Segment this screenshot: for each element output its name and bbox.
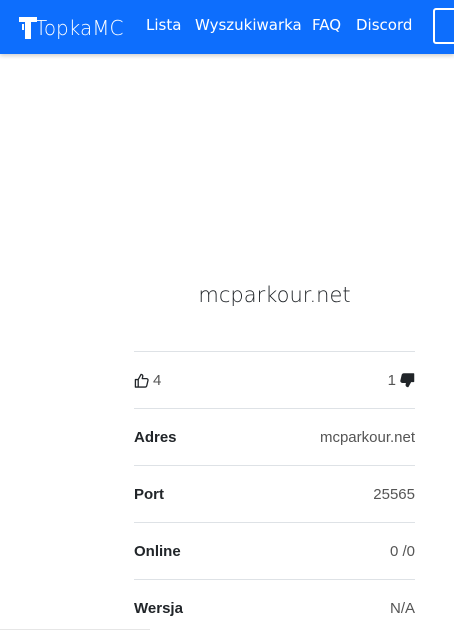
adres-value: mcparkour.net	[319, 428, 415, 446]
nav-link-discord[interactable]: Discord	[356, 15, 412, 35]
info-row-online: Online 0 /0	[134, 523, 415, 580]
info-row-wersja: Wersja N/A	[134, 580, 415, 636]
dislike-count: 1	[387, 371, 396, 389]
brand-name: TopkaMC	[35, 16, 124, 40]
bottom-divider	[0, 629, 150, 630]
server-info-table: 4 1 Adres mcparkour.net Port 25565 Onlin…	[134, 351, 415, 636]
adres-label: Adres	[134, 428, 177, 446]
thumbs-up-icon	[134, 373, 149, 388]
like-button[interactable]: 4	[134, 372, 161, 389]
port-value: 25565	[373, 485, 415, 503]
wersja-value: N/A	[389, 599, 415, 617]
dislike-button[interactable]: 1	[388, 372, 415, 389]
brand-link[interactable]: TopkaMC	[18, 13, 123, 43]
navbar-action-button[interactable]	[433, 8, 454, 44]
top-navbar: TopkaMC Lista Wyszukiwarka FAQ Discord	[0, 0, 454, 54]
nav-link-lista[interactable]: Lista	[146, 15, 181, 35]
wersja-label: Wersja	[134, 599, 183, 617]
thumbs-down-icon	[400, 372, 415, 387]
nav-link-faq[interactable]: FAQ	[312, 15, 341, 35]
nav-link-wyszukiwarka[interactable]: Wyszukiwarka	[195, 15, 302, 35]
port-label: Port	[134, 485, 164, 503]
info-row-port: Port 25565	[134, 466, 415, 523]
like-count: 4	[153, 371, 162, 389]
online-label: Online	[134, 542, 181, 560]
info-row-adres: Adres mcparkour.net	[134, 409, 415, 466]
online-value: 0 /0	[389, 542, 415, 560]
server-title: mcparkour.net	[198, 283, 351, 307]
votes-row: 4 1	[134, 352, 415, 409]
